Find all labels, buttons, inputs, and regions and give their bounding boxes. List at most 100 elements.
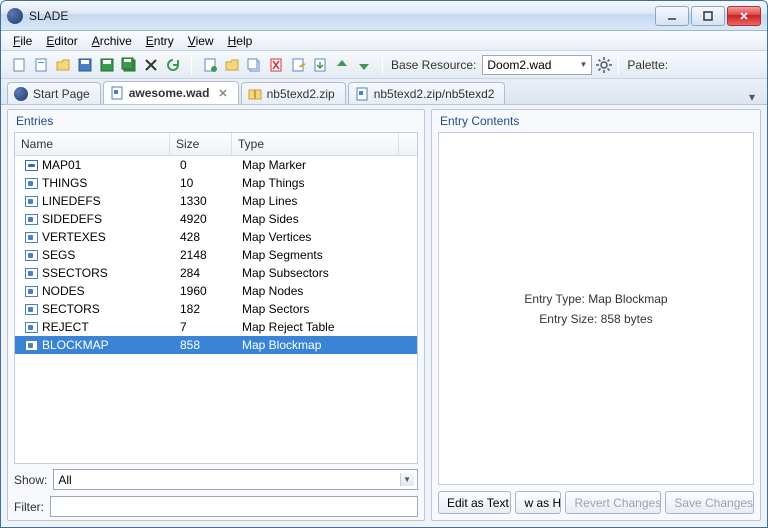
entry-copy-icon xyxy=(246,57,262,73)
main-area: Entries Name Size Type MAP010Map MarkerT… xyxy=(1,105,767,527)
save-all-icon xyxy=(121,57,137,73)
menu-entry[interactable]: Entry xyxy=(140,32,180,50)
minimize-button[interactable] xyxy=(655,6,689,26)
entry-contents-buttons: Edit as Text w as H Revert Changes Save … xyxy=(432,487,760,520)
entry-copy-button[interactable] xyxy=(244,55,264,75)
entry-type: Map Things xyxy=(236,176,417,190)
save-button[interactable] xyxy=(75,55,95,75)
table-row[interactable]: LINEDEFS1330Map Lines xyxy=(15,192,417,210)
entry-new-button[interactable] xyxy=(200,55,220,75)
filter-row: Filter: xyxy=(8,493,424,520)
entry-icon xyxy=(25,340,38,351)
entry-size: 182 xyxy=(174,302,236,316)
entry-contents-body: Entry Type: Map Blockmap Entry Size: 858… xyxy=(438,132,754,485)
table-row[interactable]: BLOCKMAP858Map Blockmap xyxy=(15,336,417,354)
save-changes-button[interactable]: Save Changes xyxy=(665,491,754,514)
close-button[interactable] xyxy=(141,55,161,75)
entry-name: LINEDEFS xyxy=(42,194,101,208)
open-icon xyxy=(55,57,71,73)
new-archive-icon xyxy=(11,57,27,73)
view-as-hex-button[interactable]: w as H xyxy=(515,491,561,514)
entry-type: Map Nodes xyxy=(236,284,417,298)
table-body[interactable]: MAP010Map MarkerTHINGS10Map Things LINEDE… xyxy=(15,156,417,463)
entry-import-icon xyxy=(312,57,328,73)
palette-label: Palette: xyxy=(623,58,672,72)
col-size[interactable]: Size xyxy=(170,133,232,155)
menu-bar: File Editor Archive Entry View Help xyxy=(1,31,767,51)
save-green-icon xyxy=(99,57,115,73)
entry-size: 4920 xyxy=(174,212,236,226)
open-button[interactable] xyxy=(53,55,73,75)
toolbar-separator xyxy=(382,55,383,75)
tab-awesome-wad[interactable]: awesome.wad ✕ xyxy=(103,81,239,104)
entry-name: SECTORS xyxy=(42,302,100,316)
save-green-button[interactable] xyxy=(97,55,117,75)
base-resource-select[interactable]: Doom2.wad xyxy=(482,55,592,75)
table-row[interactable]: SECTORS 182Map Sectors xyxy=(15,300,417,318)
table-row[interactable]: MAP010Map Marker xyxy=(15,156,417,174)
table-row[interactable]: SIDEDEFS4920Map Sides xyxy=(15,210,417,228)
menu-help[interactable]: Help xyxy=(222,32,259,50)
entry-size: 7 xyxy=(174,320,236,334)
entry-rename-button[interactable] xyxy=(288,55,308,75)
entry-contents-title: Entry Contents xyxy=(432,110,760,130)
tabs-overflow-button[interactable]: ▾ xyxy=(743,90,761,104)
edit-as-text-button[interactable]: Edit as Text xyxy=(438,491,511,514)
table-row[interactable]: SEGS2148Map Segments xyxy=(15,246,417,264)
entry-name: MAP01 xyxy=(42,158,81,172)
entry-open-button[interactable] xyxy=(222,55,242,75)
table-row[interactable]: SSECTORS284Map Subsectors xyxy=(15,264,417,282)
menu-file[interactable]: File xyxy=(7,32,38,50)
new-archive-button[interactable] xyxy=(9,55,29,75)
app-window: SLADE File Editor Archive Entry View Hel… xyxy=(0,0,768,528)
menu-editor[interactable]: Editor xyxy=(40,32,83,50)
entry-type: Map Vertices xyxy=(236,230,417,244)
entry-contents-panel: Entry Contents Entry Type: Map Blockmap … xyxy=(431,109,761,521)
tab-nb5texd2-zip-nb5texd2[interactable]: nb5texd2.zip/nb5texd2 xyxy=(348,82,506,104)
show-row: Show: All▼ xyxy=(8,466,424,493)
entry-type: Map Segments xyxy=(236,248,417,262)
save-all-button[interactable] xyxy=(119,55,139,75)
entry-icon xyxy=(25,268,38,279)
entry-import-button[interactable] xyxy=(310,55,330,75)
table-row[interactable]: VERTEXES428Map Vertices xyxy=(15,228,417,246)
toolbar-group-entry xyxy=(196,55,378,75)
entry-size: 1960 xyxy=(174,284,236,298)
entry-up-button[interactable] xyxy=(332,55,352,75)
new-entry-button[interactable] xyxy=(31,55,51,75)
entry-size: 10 xyxy=(174,176,236,190)
maximize-button[interactable] xyxy=(691,6,725,26)
menu-archive[interactable]: Archive xyxy=(86,32,138,50)
entry-delete-button[interactable] xyxy=(266,55,286,75)
entry-icon xyxy=(25,304,38,315)
entry-type: Map Sectors xyxy=(236,302,417,316)
entry-size: 284 xyxy=(174,266,236,280)
col-name[interactable]: Name xyxy=(15,133,170,155)
settings-button[interactable] xyxy=(594,55,614,75)
tab-label: nb5texd2.zip/nb5texd2 xyxy=(374,87,495,101)
entry-icon xyxy=(25,250,38,261)
entry-size: 1330 xyxy=(174,194,236,208)
revert-changes-button[interactable]: Revert Changes xyxy=(565,491,661,514)
tab-nb5texd2-zip[interactable]: nb5texd2.zip xyxy=(241,82,346,104)
entry-open-icon xyxy=(224,57,240,73)
entry-size: 428 xyxy=(174,230,236,244)
entry-name: BLOCKMAP xyxy=(42,338,109,352)
table-row[interactable]: THINGS10Map Things xyxy=(15,174,417,192)
new-entry-icon xyxy=(33,57,49,73)
tab-close-icon[interactable]: ✕ xyxy=(218,87,227,100)
table-row[interactable]: NODES1960Map Nodes xyxy=(15,282,417,300)
refresh-button[interactable] xyxy=(163,55,183,75)
table-row[interactable]: REJECT7Map Reject Table xyxy=(15,318,417,336)
filter-input[interactable] xyxy=(50,496,418,517)
entry-down-button[interactable] xyxy=(354,55,374,75)
close-button[interactable] xyxy=(727,6,761,26)
col-type[interactable]: Type xyxy=(232,133,399,155)
tabs-bar: Start Page awesome.wad ✕ nb5texd2.zip nb5tex… xyxy=(1,79,767,105)
tab-start-page[interactable]: Start Page xyxy=(7,82,101,104)
menu-view[interactable]: View xyxy=(182,32,220,50)
entry-size: 858 xyxy=(174,338,236,352)
save-icon xyxy=(77,57,93,73)
tab-label: awesome.wad xyxy=(129,86,210,100)
show-select[interactable]: All▼ xyxy=(53,469,418,490)
